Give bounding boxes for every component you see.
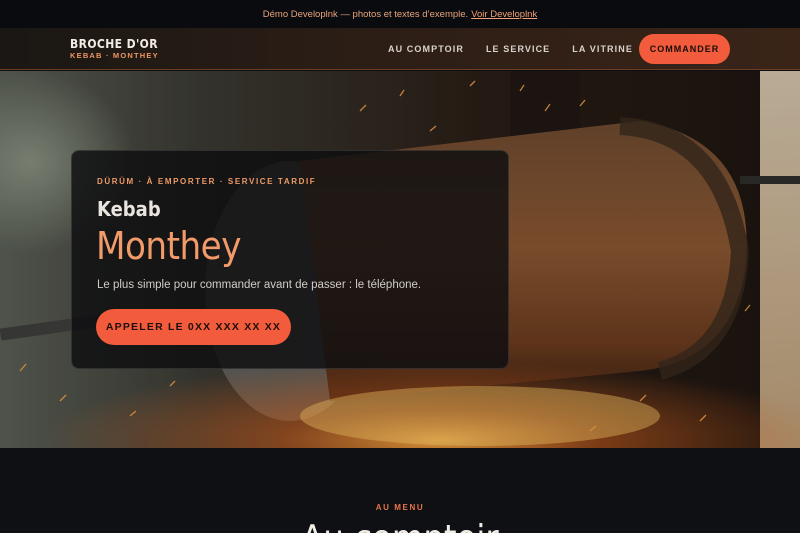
menu-eyebrow: AU MENU xyxy=(375,503,425,512)
hero-description: Le plus simple pour commander avant de p… xyxy=(97,279,422,291)
hero-title-line1: Kebab xyxy=(97,197,161,221)
nav-link-au-comptoir[interactable]: AU COMPTOIR xyxy=(388,44,464,54)
brand-tagline: KEBAB · MONTHEY xyxy=(70,51,159,60)
demo-banner-text: Démo Developlnk — photos et textes d’exe… xyxy=(262,8,469,20)
hero-eyebrow: DÜRÜM · À EMPORTER · SERVICE TARDIF xyxy=(97,177,317,186)
call-button[interactable]: APPELER LE 0XX XXX XX XX xyxy=(96,309,291,345)
site-header: BROCHE D'OR KEBAB · MONTHEY AU COMPTOIR … xyxy=(0,28,800,70)
hero-title-line2: Monthey xyxy=(96,224,241,268)
menu-section: AU MENU Au comptoir xyxy=(0,448,800,533)
nav-link-la-vitrine[interactable]: LA VITRINE xyxy=(572,44,633,54)
demo-banner: Démo Developlnk — photos et textes d’exe… xyxy=(0,0,800,28)
hero-section: DÜRÜM · À EMPORTER · SERVICE TARDIF Keba… xyxy=(0,71,800,448)
brand-logo[interactable]: BROCHE D'OR KEBAB · MONTHEY xyxy=(70,37,159,61)
demo-banner-link[interactable]: Voir Developlnk xyxy=(471,9,537,20)
nav-link-le-service[interactable]: LE SERVICE xyxy=(486,44,550,54)
main-nav: AU COMPTOIR LE SERVICE LA VITRINE xyxy=(388,28,655,70)
order-button[interactable]: COMMANDER xyxy=(639,34,730,64)
menu-heading: Au comptoir xyxy=(0,518,800,533)
brand-name: BROCHE D'OR xyxy=(70,37,158,51)
hero-card: DÜRÜM · À EMPORTER · SERVICE TARDIF Keba… xyxy=(71,150,509,369)
